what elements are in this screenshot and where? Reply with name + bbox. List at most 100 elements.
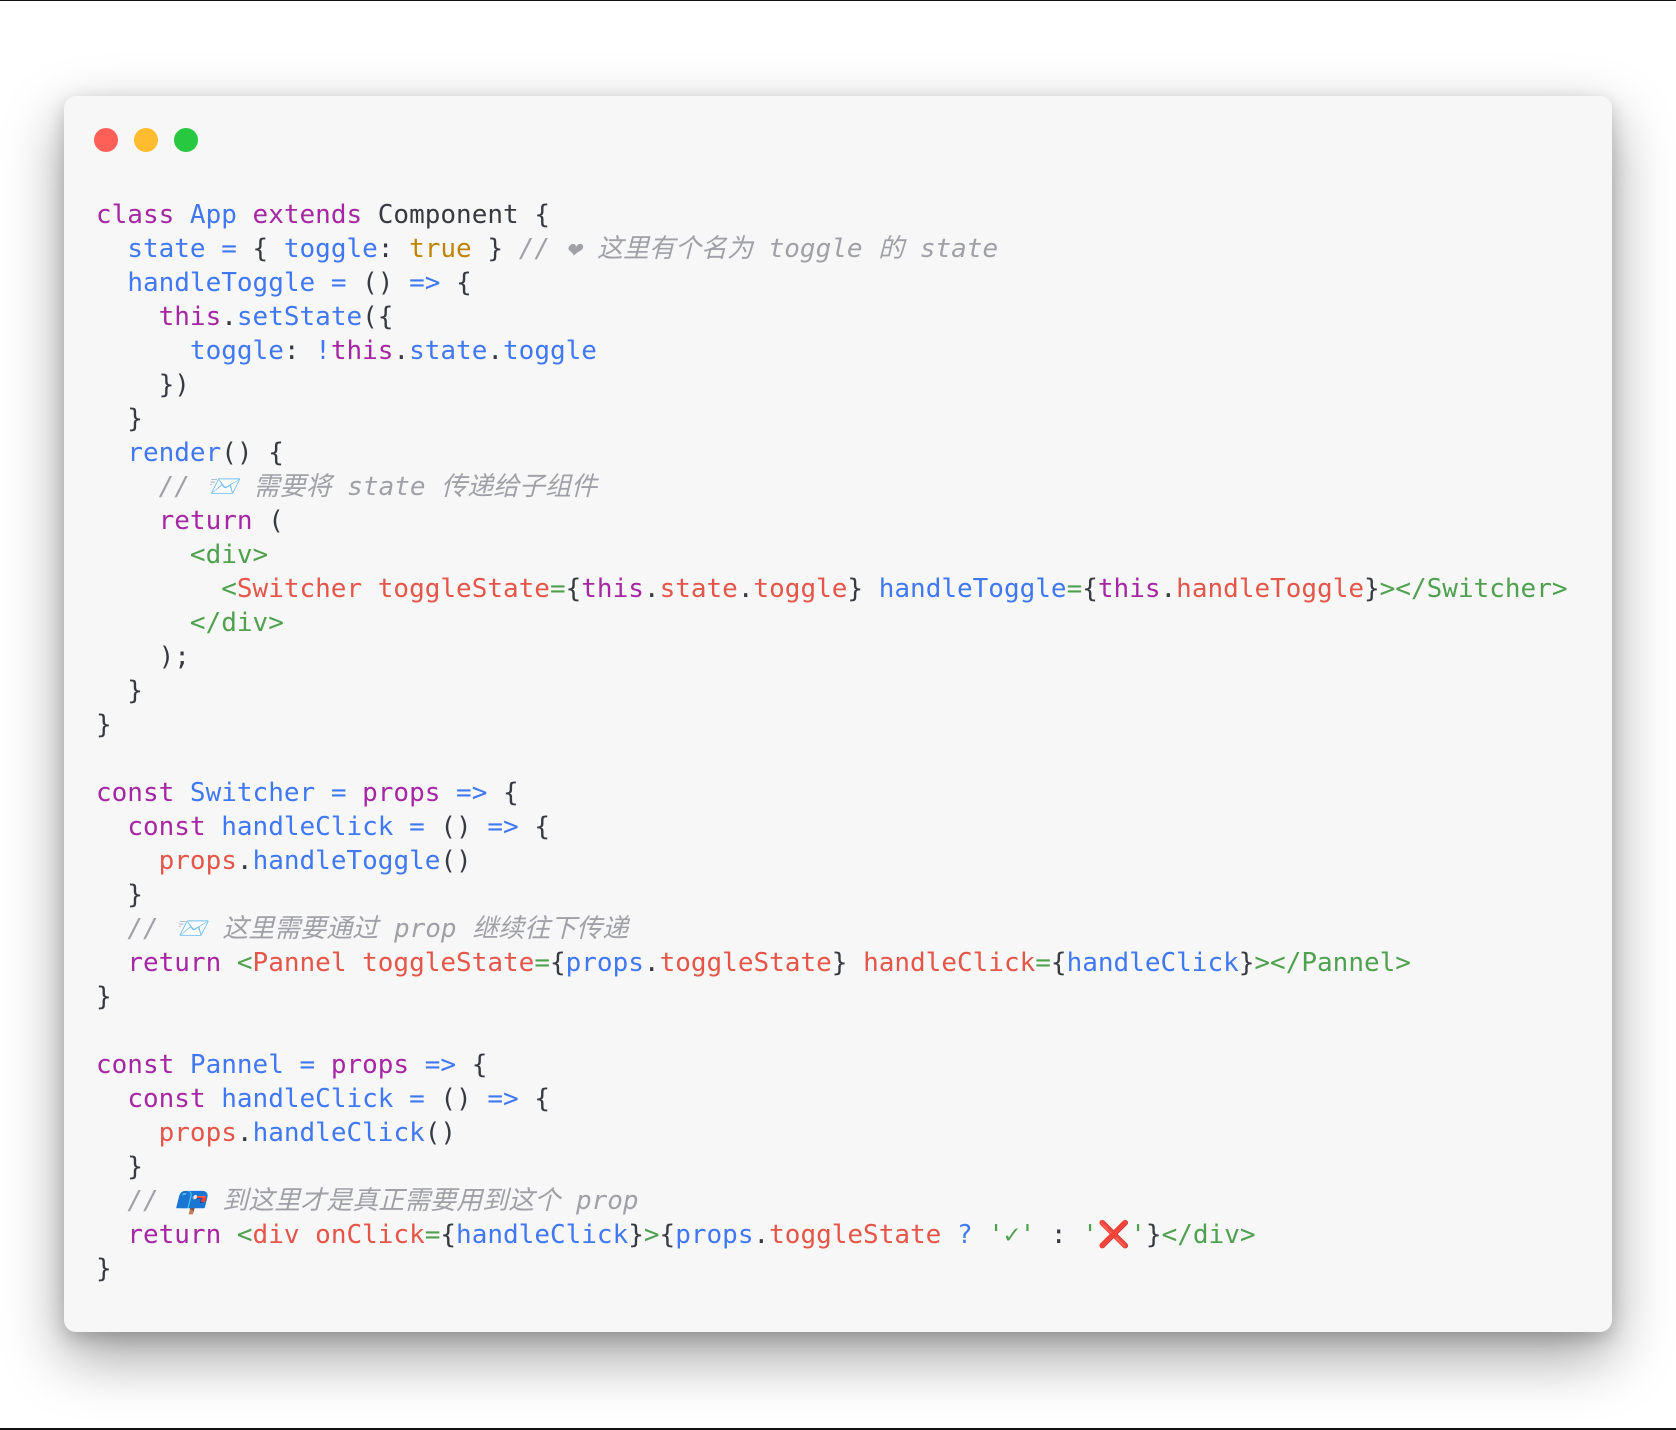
code-token: ' xyxy=(988,1220,1004,1250)
code-token: = xyxy=(549,574,566,604)
code-line: this.setState({ xyxy=(96,300,1568,334)
code-token: Pannel xyxy=(189,1050,300,1080)
code-token: this xyxy=(158,302,222,332)
code-line: }) xyxy=(96,368,1568,402)
code-token: ); xyxy=(96,642,190,672)
code-token: </div> xyxy=(1161,1220,1256,1250)
code-token: App xyxy=(189,200,253,230)
code-token: true xyxy=(409,234,488,264)
code-line: handleToggle = () => { xyxy=(96,266,1568,300)
code-token: = xyxy=(221,234,253,264)
code-token: toggleState xyxy=(769,1220,957,1250)
code-token: Component { xyxy=(377,200,550,230)
code-token: return xyxy=(158,506,269,536)
code-token: handleToggle xyxy=(878,574,1067,604)
code-token: extends xyxy=(252,200,378,230)
close-button[interactable] xyxy=(94,128,118,152)
code-token: = xyxy=(1035,948,1051,978)
code-token: props xyxy=(362,778,457,808)
code-line: // 📨 这里需要通过 prop 继续往下传递 xyxy=(96,912,1568,946)
code-token: props xyxy=(330,1050,425,1080)
code-token: { xyxy=(534,812,550,842)
maximize-button[interactable] xyxy=(174,128,198,152)
code-token: ❌ xyxy=(1097,1220,1131,1250)
code-token: } xyxy=(831,948,864,978)
code-token: handleToggle xyxy=(252,846,441,876)
code-token: = xyxy=(534,948,550,978)
code-token: ></Switcher> xyxy=(1379,574,1568,604)
code-token: . xyxy=(737,574,754,604)
code-line: props.handleClick() xyxy=(96,1116,1568,1150)
code-token: setState xyxy=(236,302,363,332)
minimize-button[interactable] xyxy=(134,128,158,152)
code-line: const handleClick = () => { xyxy=(96,810,1568,844)
code-token: () xyxy=(424,1118,457,1148)
code-line: <div> xyxy=(96,538,1568,572)
code-token: Switcher xyxy=(189,778,331,808)
code-token: > xyxy=(643,1220,660,1250)
code-token: = xyxy=(1066,574,1083,604)
code-token: props xyxy=(565,948,644,978)
code-line: } xyxy=(96,980,1568,1014)
code-token: . xyxy=(221,302,237,332)
code-block: class App extends Component { state = { … xyxy=(96,198,1568,1286)
code-token: < xyxy=(236,948,253,978)
window-controls xyxy=(94,128,198,152)
code-line: // 📨 需要将 state 传递给子组件 xyxy=(96,470,1568,504)
code-line: render() { xyxy=(96,436,1568,470)
code-token: toggle xyxy=(189,336,284,366)
code-token: this xyxy=(1097,574,1161,604)
code-token: toggle xyxy=(503,336,597,366)
code-token: => xyxy=(487,812,535,842)
code-token: } xyxy=(628,1220,644,1250)
code-line: ); xyxy=(96,640,1568,674)
code-line: } xyxy=(96,1252,1568,1286)
code-token: : xyxy=(1050,1220,1083,1250)
code-token: const xyxy=(127,1084,222,1114)
code-token: handleClick xyxy=(252,1118,425,1148)
code-token: toggle xyxy=(283,234,378,264)
code-window: class App extends Component { state = { … xyxy=(64,96,1612,1332)
code-token: handleToggle xyxy=(1176,574,1365,604)
code-token: handleToggle xyxy=(127,268,331,298)
code-line: // 📪 到这里才是真正需要用到这个 prop xyxy=(96,1184,1568,1218)
code-token: = xyxy=(409,1084,441,1114)
top-border xyxy=(0,0,1676,1)
code-token: } xyxy=(96,1152,143,1182)
code-token: } xyxy=(96,982,112,1012)
code-token: . xyxy=(753,1220,770,1250)
code-token: this xyxy=(330,336,394,366)
code-token: { xyxy=(1082,574,1098,604)
code-token: Switcher toggleState xyxy=(236,574,550,604)
code-token: handleClick xyxy=(221,1084,410,1114)
code-token: } xyxy=(96,880,143,910)
code-token: handleClick xyxy=(221,812,410,842)
code-comment: // 📨 需要将 state 传递给子组件 xyxy=(158,472,598,502)
code-token: () xyxy=(440,812,488,842)
code-token: { xyxy=(549,948,566,978)
code-token: . xyxy=(236,846,253,876)
code-token: } xyxy=(1238,948,1255,978)
code-token: } xyxy=(96,404,143,434)
code-token: </div> xyxy=(189,608,284,638)
code-token: props xyxy=(675,1220,754,1250)
code-token: . xyxy=(1160,574,1177,604)
code-token: const xyxy=(127,812,222,842)
code-token: . xyxy=(393,336,410,366)
code-token: ({ xyxy=(362,302,394,332)
code-token: { xyxy=(1050,948,1067,978)
code-token: { xyxy=(565,574,582,604)
code-line: props.handleToggle() xyxy=(96,844,1568,878)
code-token: handleClick xyxy=(863,948,1036,978)
code-token: return xyxy=(127,1220,237,1250)
code-token: <div> xyxy=(189,540,269,570)
